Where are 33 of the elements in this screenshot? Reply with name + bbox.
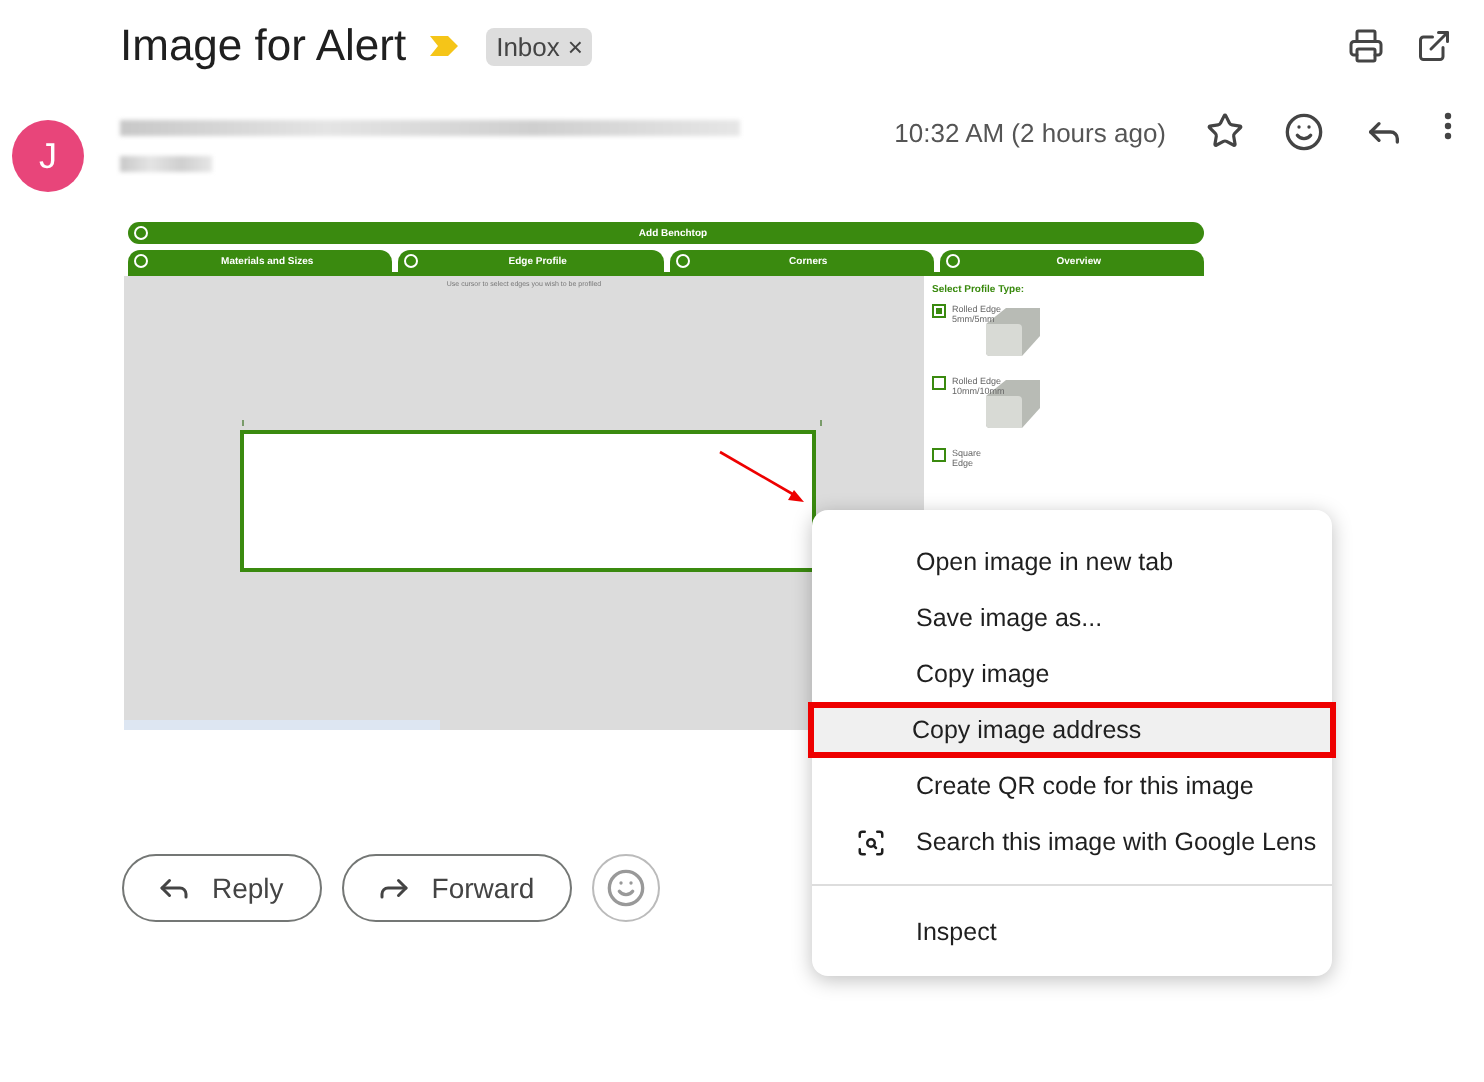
email-time: 10:32 AM (2 hours ago) (894, 118, 1166, 148)
step-icon (134, 254, 148, 268)
sender-avatar: J (12, 120, 84, 192)
step-icon (945, 254, 960, 268)
more-icon (1444, 112, 1452, 140)
profile-checkbox[interactable] (932, 304, 946, 318)
menu-item[interactable]: Save image as... (812, 590, 1332, 646)
blurred-recipient (120, 156, 212, 172)
forward-button[interactable]: Forward (341, 854, 573, 922)
menu-item[interactable]: Open image in new tab (812, 534, 1332, 590)
importance-marker-icon (430, 36, 459, 56)
profile-checkbox[interactable] (932, 376, 946, 390)
label-text: Inbox (496, 31, 560, 61)
emoji-button[interactable] (1284, 112, 1324, 152)
step-icon (675, 254, 689, 268)
star-button[interactable] (1206, 112, 1244, 150)
step-icon (404, 254, 419, 268)
open-in-new-window-button[interactable] (1416, 28, 1452, 64)
emoji-reaction-button[interactable] (592, 854, 661, 922)
email-subject: Image for Alert (120, 20, 407, 72)
menu-item[interactable]: Inspect (812, 904, 1332, 960)
menu-item[interactable]: Create QR code for this image (812, 758, 1332, 814)
menu-item[interactable]: Copy image address (808, 702, 1336, 758)
logo-icon (134, 226, 148, 240)
more-button[interactable] (1444, 112, 1452, 140)
reply-button[interactable]: Reply (122, 854, 322, 922)
lens-icon (856, 827, 886, 857)
menu-item[interactable]: Search this image with Google Lens (812, 814, 1332, 870)
print-button[interactable] (1348, 28, 1384, 64)
smiley-icon (606, 868, 647, 908)
profile-checkbox[interactable] (932, 448, 946, 462)
remove-label-button[interactable]: × (567, 31, 583, 61)
menu-item[interactable]: Copy image (812, 646, 1332, 702)
